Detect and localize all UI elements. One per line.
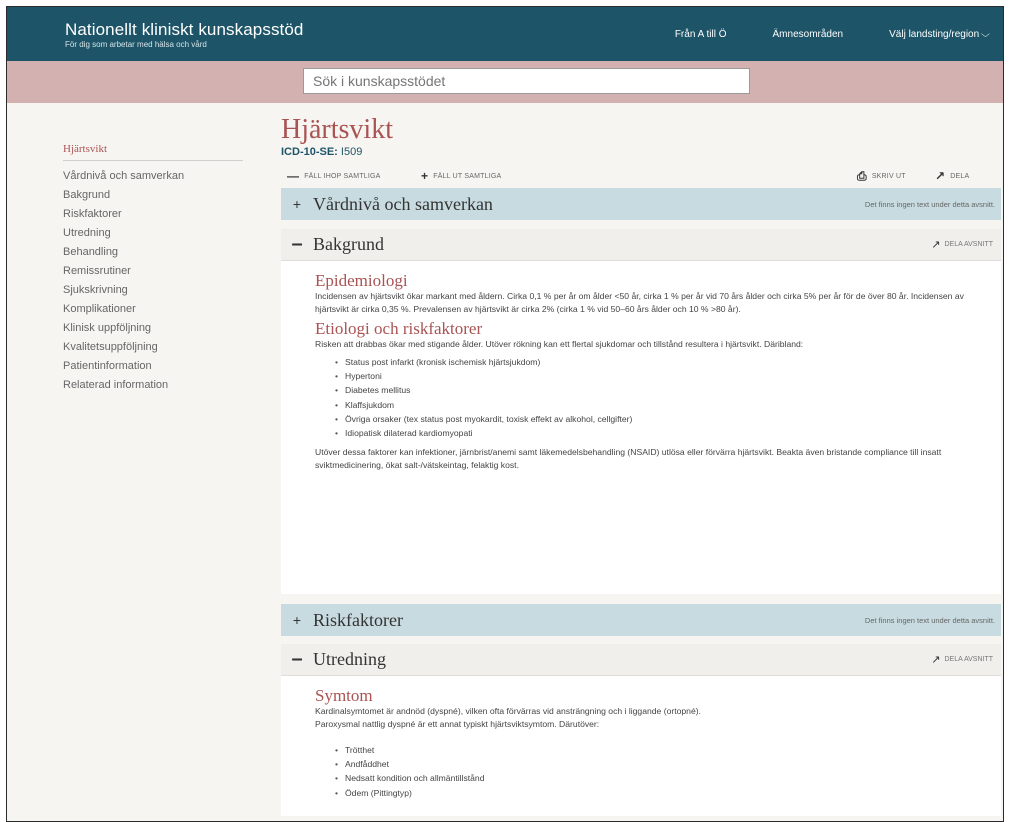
paragraph-extra: Utöver dessa faktorer kan infektioner, j… xyxy=(315,447,942,471)
list-item: Idiopatisk dilaterad kardiomyopati xyxy=(335,426,975,440)
section-utredning-header[interactable]: – Utredning ↗ Dela avsnitt xyxy=(281,644,1001,676)
minus-icon: – xyxy=(291,648,303,670)
printer-icon: ⎙ xyxy=(857,169,867,183)
icd-label: ICD-10-SE: xyxy=(281,146,338,158)
nav-select-region[interactable]: Välj landsting/region ⌵ xyxy=(889,29,991,40)
share-section-label: Dela avsnitt xyxy=(944,241,994,248)
share-icon: ↗ xyxy=(931,654,941,666)
sidebar-item-behandling[interactable]: Behandling xyxy=(63,243,243,262)
sidebar-item-relaterad-information[interactable]: Relaterad information xyxy=(63,376,243,395)
section-vardniva-note: Det finns ingen text under detta avsnitt… xyxy=(864,199,995,209)
list-item: Övriga orsaker (tex status post myokardi… xyxy=(335,412,975,426)
section-riskfaktorer-title: Riskfaktorer xyxy=(313,609,403,630)
sidebar-item-riskfaktorer[interactable]: Riskfaktorer xyxy=(63,205,243,224)
plus-icon: + xyxy=(292,612,302,628)
list-item: Andfåddhet xyxy=(335,757,975,771)
brand-subtitle: För dig som arbetar med hälsa och vård xyxy=(65,40,207,49)
paragraph-epidemiologi: Incidensen av hjärtsvikt ökar markant me… xyxy=(315,291,964,314)
page-title: Hjärtsvikt xyxy=(281,114,393,145)
list-symtom: Trötthet Andfåddhet Nedsatt kondition oc… xyxy=(335,743,975,800)
nav-a-to-o[interactable]: Från A till Ö xyxy=(675,29,727,40)
share-icon: ↗ xyxy=(931,239,941,251)
collapse-all-label: Fäll ihop samtliga xyxy=(304,172,381,180)
browser-frame: Nationellt kliniskt kunskapsstöd För dig… xyxy=(6,6,1004,822)
list-item: Trötthet xyxy=(335,743,975,757)
minus-icon: — xyxy=(287,169,300,183)
collapse-all-button[interactable]: — Fäll ihop samtliga xyxy=(287,169,381,183)
sidebar-item-sjukskrivning[interactable]: Sjukskrivning xyxy=(63,281,243,300)
share-section-button[interactable]: ↗ Dela avsnitt xyxy=(931,653,993,666)
chevron-down-icon: ⌵ xyxy=(981,29,991,39)
plus-icon: + xyxy=(292,196,302,212)
share-section-button[interactable]: ↗ Dela avsnitt xyxy=(931,238,993,251)
section-utredning-title: Utredning xyxy=(313,649,386,669)
sidebar-item-patientinformation[interactable]: Patientinformation xyxy=(63,357,243,376)
sidebar-item-remissrutiner[interactable]: Remissrutiner xyxy=(63,262,243,281)
list-item: Ödem (Pittingtyp) xyxy=(335,786,975,800)
expand-all-button[interactable]: + Fäll ut samtliga xyxy=(421,169,502,183)
section-bakgrund-title: Bakgrund xyxy=(313,234,384,254)
share-icon: ↗ xyxy=(935,169,946,183)
paragraph-symtom-1: Kardinalsymtomet är andnöd (dyspné), vil… xyxy=(315,706,701,716)
section-riskfaktorer-note: Det finns ingen text under detta avsnitt… xyxy=(864,615,995,625)
sidebar-item-utredning[interactable]: Utredning xyxy=(63,224,243,243)
sidebar-item-bakgrund[interactable]: Bakgrund xyxy=(63,186,243,205)
main-content: Hjärtsvikt ICD-10-SE: I509 — Fäll ihop sa… xyxy=(281,115,1001,816)
nav-select-region-label: Välj landsting/region xyxy=(889,29,980,40)
site-header: Nationellt kliniskt kunskapsstöd För dig… xyxy=(7,7,1003,61)
section-bakgrund-header[interactable]: – Bakgrund ↗ Dela avsnitt xyxy=(281,229,1001,261)
minus-icon: – xyxy=(291,233,303,255)
list-item: Status post infarkt (kronisk ischemisk h… xyxy=(335,355,975,369)
subheading-etiologi: Etiologi och riskfaktorer xyxy=(315,319,483,338)
paragraph-symtom-2: Paroxysmal nattlig dyspné är ett annat t… xyxy=(315,719,600,729)
section-vardniva-title: Vårdnivå och samverkan xyxy=(313,193,493,214)
brand-title: Nationellt kliniskt kunskapsstöd xyxy=(65,20,304,39)
search-input[interactable] xyxy=(303,68,750,94)
sidebar-heading[interactable]: Hjärtsvikt xyxy=(63,143,243,161)
icd-code: ICD-10-SE: I509 xyxy=(281,146,1001,158)
section-utredning-body: Symtom Kardinalsymtomet är andnöd (dyspn… xyxy=(281,676,1001,816)
paragraph-etiologi: Risken att drabbas ökar med stigande åld… xyxy=(315,339,804,349)
subheading-symtom: Symtom xyxy=(315,686,373,705)
print-button[interactable]: ⎙ Skriv ut xyxy=(857,169,906,183)
print-label: Skriv ut xyxy=(871,172,906,180)
list-etiologi: Status post infarkt (kronisk ischemisk h… xyxy=(335,355,975,440)
section-bakgrund-body: Epidemiologi Incidensen av hjärtsvikt ök… xyxy=(281,261,1001,594)
sidebar-item-klinisk-uppfoljning[interactable]: Klinisk uppföljning xyxy=(63,319,243,338)
icd-value: I509 xyxy=(340,146,363,158)
share-label: Dela xyxy=(950,172,970,180)
sidebar-item-vardniva[interactable]: Vårdnivå och samverkan xyxy=(63,167,243,186)
main-nav: Från A till Ö Ämnesområden Välj landstin… xyxy=(675,29,991,40)
expand-all-label: Fäll ut samtliga xyxy=(433,172,502,180)
sidebar-nav: Hjärtsvikt Vårdnivå och samverkan Bakgru… xyxy=(63,143,243,395)
sidebar-item-komplikationer[interactable]: Komplikationer xyxy=(63,300,243,319)
search-band xyxy=(7,61,1003,103)
section-riskfaktorer-header[interactable]: + Riskfaktorer Det finns ingen text unde… xyxy=(281,604,1001,636)
section-vardniva-header[interactable]: + Vårdnivå och samverkan Det finns ingen… xyxy=(281,188,1001,220)
list-item: Nedsatt kondition och allmäntillstånd xyxy=(335,771,975,785)
nav-subject-areas[interactable]: Ämnesområden xyxy=(773,29,844,40)
plus-icon: + xyxy=(421,169,429,183)
brand-logo[interactable]: Nationellt kliniskt kunskapsstöd För dig… xyxy=(65,20,304,50)
list-item: Klaffsjukdom xyxy=(335,398,975,412)
share-section-label: Dela avsnitt xyxy=(944,656,994,663)
list-item: Diabetes mellitus xyxy=(335,383,975,397)
list-item: Hypertoni xyxy=(335,369,975,383)
sidebar-item-kvalitetsuppfoljning[interactable]: Kvalitetsuppföljning xyxy=(63,338,243,357)
share-button[interactable]: ↗ Dela xyxy=(935,169,970,183)
subheading-epidemiologi: Epidemiologi xyxy=(315,271,408,290)
toolbar: — Fäll ihop samtliga + Fäll ut samtliga ⎙ S… xyxy=(281,166,1001,188)
